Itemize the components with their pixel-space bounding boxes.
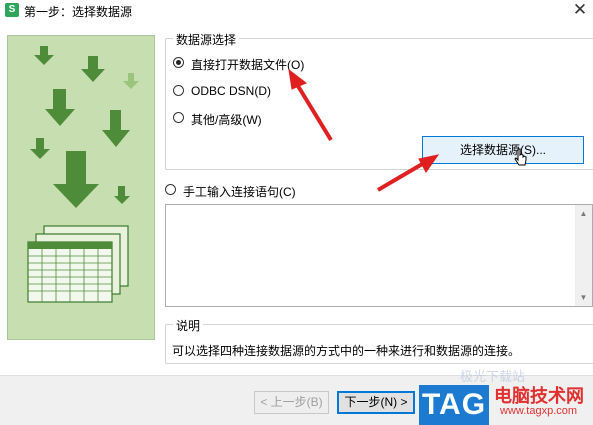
window-title: 第一步：选择数据源	[24, 5, 133, 19]
radio-button[interactable]	[173, 85, 184, 96]
title-bar: S 第一步：选择数据源 ✕	[0, 0, 593, 22]
scroll-up-icon[interactable]: ▲	[575, 205, 592, 222]
watermark-url: www.tagxp.com	[500, 405, 578, 417]
radio-button[interactable]	[165, 184, 176, 195]
connection-string-textarea[interactable]: ▲ ▼	[165, 204, 593, 307]
download-arrows-icon	[27, 46, 139, 303]
next-button[interactable]: 下一步(N) >	[337, 391, 415, 414]
radio-label: ODBC DSN(D)	[191, 84, 271, 98]
radio-label: 直接打开数据文件(O)	[191, 58, 305, 72]
scroll-down-icon[interactable]: ▼	[575, 289, 592, 306]
radio-advanced[interactable]: 其他/高级(W)	[173, 111, 303, 127]
description-text: 可以选择四种连接数据源的方式中的一种来进行和数据源的连接。	[172, 344, 521, 358]
datasource-group-label: 数据源选择	[173, 31, 240, 48]
radio-button[interactable]	[173, 57, 184, 68]
radio-odbc-dsn[interactable]: ODBC DSN(D)	[173, 84, 303, 100]
close-icon[interactable]: ✕	[570, 0, 590, 21]
prev-button[interactable]: < 上一步(B)	[254, 391, 329, 414]
radio-button[interactable]	[173, 112, 184, 123]
radio-label: 其他/高级(W)	[191, 113, 262, 127]
wizard-illustration	[7, 35, 155, 340]
radio-label: 手工输入连接语句(C)	[183, 185, 296, 199]
watermark-logo: TAG	[419, 385, 489, 425]
app-icon: S	[5, 3, 19, 17]
description-group-label: 说明	[173, 317, 204, 334]
select-datasource-button[interactable]: 选择数据源(S)...	[422, 136, 584, 164]
description-group: 说明 可以选择四种连接数据源的方式中的一种来进行和数据源的连接。	[165, 317, 593, 364]
scrollbar[interactable]: ▲ ▼	[575, 205, 592, 306]
radio-manual-connection[interactable]: 手工输入连接语句(C)	[165, 183, 345, 199]
cursor-icon	[514, 148, 527, 166]
radio-open-file[interactable]: 直接打开数据文件(O)	[173, 56, 323, 72]
